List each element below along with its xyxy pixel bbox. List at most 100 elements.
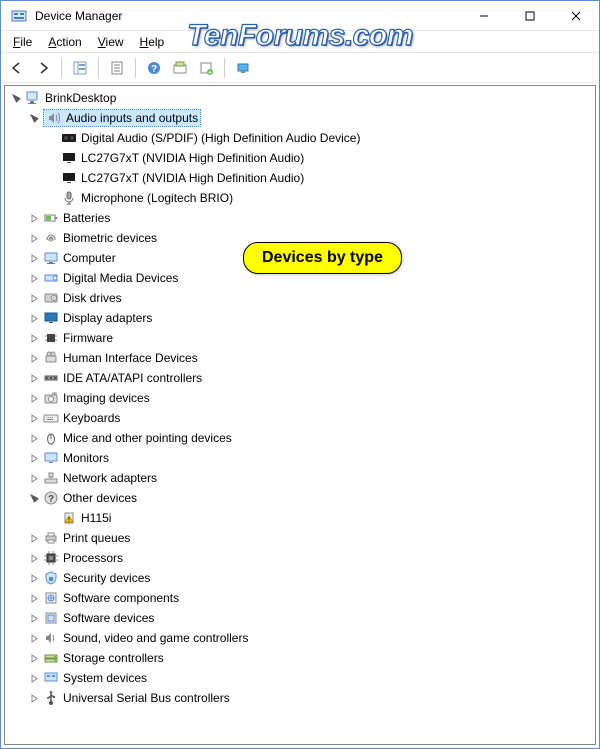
properties-button[interactable] — [105, 56, 129, 80]
device-tree-panel[interactable]: BrinkDesktopAudio inputs and outputsDigi… — [4, 85, 596, 745]
forward-button[interactable] — [31, 56, 55, 80]
mouse-icon — [43, 430, 59, 446]
collapse-icon[interactable] — [9, 91, 23, 105]
tree-node-label: Software components — [63, 588, 179, 608]
tree-category[interactable]: Print queues — [5, 528, 595, 548]
tree-node-label: Universal Serial Bus controllers — [63, 688, 230, 708]
tree-category[interactable]: Monitors — [5, 448, 595, 468]
expand-icon[interactable] — [27, 531, 41, 545]
expand-icon[interactable] — [27, 431, 41, 445]
minimize-button[interactable] — [461, 1, 507, 31]
tree-node-label: Storage controllers — [63, 648, 164, 668]
monitor-small-icon — [61, 150, 77, 166]
tree-node-label: Monitors — [63, 448, 109, 468]
tree-category[interactable]: Sound, video and game controllers — [5, 628, 595, 648]
toolbar-separator — [224, 58, 225, 78]
expand-icon[interactable] — [27, 231, 41, 245]
tree-node-label: Mice and other pointing devices — [63, 428, 232, 448]
menu-action[interactable]: Action — [40, 33, 89, 51]
tree-category[interactable]: Storage controllers — [5, 648, 595, 668]
maximize-button[interactable] — [507, 1, 553, 31]
expand-icon[interactable] — [27, 291, 41, 305]
tree-node-label: Security devices — [63, 568, 150, 588]
expand-icon[interactable] — [27, 271, 41, 285]
close-button[interactable] — [553, 1, 599, 31]
tree-category[interactable]: Universal Serial Bus controllers — [5, 688, 595, 708]
tree-category[interactable]: Firmware — [5, 328, 595, 348]
tree-category[interactable]: System devices — [5, 668, 595, 688]
expand-icon[interactable] — [27, 631, 41, 645]
svg-text:?: ? — [48, 494, 54, 505]
update-driver-button[interactable] — [168, 56, 192, 80]
monitor-icon — [43, 450, 59, 466]
collapse-icon[interactable] — [27, 111, 41, 125]
security-icon — [43, 570, 59, 586]
keyboard-icon — [43, 410, 59, 426]
expand-icon[interactable] — [27, 411, 41, 425]
tree-category[interactable]: Batteries — [5, 208, 595, 228]
audio-out-icon — [61, 130, 77, 146]
tree-device[interactable]: Digital Audio (S/PDIF) (High Definition … — [5, 128, 595, 148]
expand-icon[interactable] — [27, 571, 41, 585]
tree-category[interactable]: Audio inputs and outputs — [5, 108, 595, 128]
expand-icon[interactable] — [27, 451, 41, 465]
tree-category[interactable]: Imaging devices — [5, 388, 595, 408]
expand-icon[interactable] — [27, 591, 41, 605]
tree-root[interactable]: BrinkDesktop — [5, 88, 595, 108]
tree-category[interactable]: Human Interface Devices — [5, 348, 595, 368]
scan-hardware-button[interactable] — [231, 56, 255, 80]
expand-icon[interactable] — [27, 391, 41, 405]
network-icon — [43, 470, 59, 486]
tree-category[interactable]: ?Other devices — [5, 488, 595, 508]
add-legacy-button[interactable]: + — [194, 56, 218, 80]
tree-device[interactable]: Microphone (Logitech BRIO) — [5, 188, 595, 208]
expand-icon[interactable] — [27, 371, 41, 385]
tree-category[interactable]: Processors — [5, 548, 595, 568]
expand-icon[interactable] — [27, 551, 41, 565]
expand-icon[interactable] — [27, 671, 41, 685]
computer-icon — [25, 90, 41, 106]
usb-icon — [43, 690, 59, 706]
tree-node-label: Batteries — [63, 208, 110, 228]
tree-category[interactable]: Mice and other pointing devices — [5, 428, 595, 448]
system-icon — [43, 670, 59, 686]
tree-node-label: Processors — [63, 548, 123, 568]
expand-icon[interactable] — [27, 651, 41, 665]
collapse-icon[interactable] — [27, 491, 41, 505]
disk-icon — [43, 290, 59, 306]
cpu-icon — [43, 550, 59, 566]
expand-icon[interactable] — [27, 691, 41, 705]
callout-label: Devices by type — [243, 242, 402, 274]
expand-icon[interactable] — [27, 471, 41, 485]
tree-category[interactable]: Disk drives — [5, 288, 595, 308]
tree-category[interactable]: Security devices — [5, 568, 595, 588]
expand-icon[interactable] — [27, 311, 41, 325]
tree-category[interactable]: IDE ATA/ATAPI controllers — [5, 368, 595, 388]
show-hide-tree-button[interactable] — [68, 56, 92, 80]
tree-category[interactable]: Keyboards — [5, 408, 595, 428]
expand-icon[interactable] — [27, 331, 41, 345]
storage-icon — [43, 650, 59, 666]
tree-node-label: Imaging devices — [63, 388, 150, 408]
tree-node-label: Print queues — [63, 528, 130, 548]
tree-node-label: Disk drives — [63, 288, 122, 308]
tree-category[interactable]: Display adapters — [5, 308, 595, 328]
expand-icon[interactable] — [27, 211, 41, 225]
tree-category[interactable]: Network adapters — [5, 468, 595, 488]
menu-file[interactable]: File — [5, 33, 40, 51]
fingerprint-icon — [43, 230, 59, 246]
expand-icon[interactable] — [27, 351, 41, 365]
expand-icon[interactable] — [27, 611, 41, 625]
back-button[interactable] — [5, 56, 29, 80]
svg-text:+: + — [208, 70, 212, 75]
tree-device[interactable]: LC27G7xT (NVIDIA High Definition Audio) — [5, 148, 595, 168]
tree-device[interactable]: LC27G7xT (NVIDIA High Definition Audio) — [5, 168, 595, 188]
expand-icon[interactable] — [27, 251, 41, 265]
tree-device[interactable]: !H115i — [5, 508, 595, 528]
tree-category[interactable]: Software components — [5, 588, 595, 608]
computer-icon — [43, 250, 59, 266]
menu-help[interactable]: Help — [132, 33, 173, 51]
tree-category[interactable]: Software devices — [5, 608, 595, 628]
menu-view[interactable]: View — [90, 33, 132, 51]
help-button[interactable]: ? — [142, 56, 166, 80]
